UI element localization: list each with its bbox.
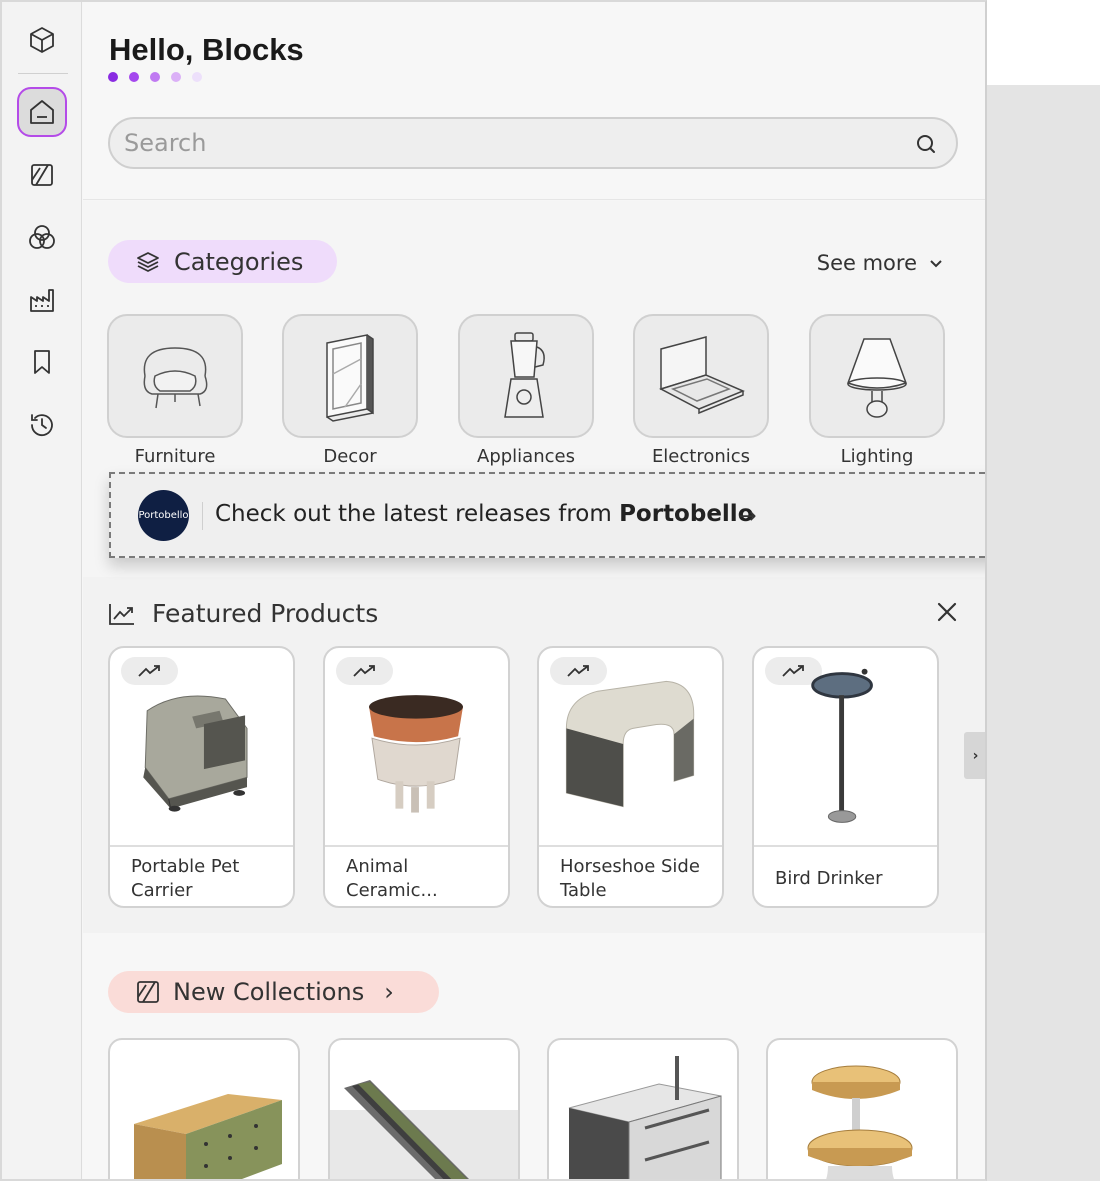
- layers-icon: [137, 251, 159, 272]
- frame-icon: [326, 333, 374, 422]
- promo-text: Check out the latest releases from Porto…: [215, 501, 754, 527]
- collections-icon: [137, 981, 159, 1003]
- main-panel: Hello, Blocks Categories See more: [83, 2, 985, 1179]
- category-label: Furniture: [134, 446, 216, 467]
- progress-dots: [108, 72, 202, 82]
- search-icon[interactable]: [914, 132, 938, 156]
- category-label: Electronics: [651, 446, 751, 467]
- see-more-label: See more: [816, 251, 917, 275]
- dresser-image: [134, 1094, 282, 1179]
- featured-header: Featured Products: [108, 599, 378, 628]
- sidebar-divider: [18, 73, 68, 74]
- armchair-icon: [143, 347, 208, 409]
- laptop-icon: [659, 336, 745, 415]
- product-card[interactable]: Animal Ceramic...: [323, 646, 510, 908]
- new-collections-title: New Collections: [173, 978, 365, 1006]
- featured-title: Featured Products: [152, 599, 379, 628]
- collection-card[interactable]: [766, 1038, 958, 1179]
- collection-card[interactable]: [328, 1038, 520, 1179]
- collection-card[interactable]: [108, 1038, 300, 1179]
- portobello-logo: Portobello: [138, 490, 189, 541]
- carousel-next-button[interactable]: ›: [964, 732, 985, 779]
- materials-icon[interactable]: [17, 212, 67, 262]
- category-lighting[interactable]: Lighting: [809, 314, 945, 467]
- promo-text-prefix: Check out the latest releases from: [215, 501, 612, 527]
- sidebar: [2, 2, 82, 1179]
- display-cabinet-image: [568, 1056, 722, 1179]
- product-card[interactable]: Horseshoe Side Table: [537, 646, 724, 908]
- bookmark-icon[interactable]: [17, 337, 67, 387]
- new-collections-section: New Collections ›: [83, 933, 985, 1179]
- category-thumb: [282, 314, 418, 438]
- promo-banner[interactable]: Portobello Check out the latest releases…: [109, 472, 985, 558]
- bird-drinker-image: [811, 668, 873, 823]
- categories-title: Categories: [174, 247, 304, 276]
- cube-logo-icon[interactable]: [17, 15, 67, 65]
- progress-dot: [108, 72, 118, 82]
- blender-icon: [504, 331, 545, 418]
- progress-dot: [171, 72, 181, 82]
- page-title: Hello, Blocks: [109, 32, 304, 67]
- categories-header: Categories: [108, 240, 337, 283]
- product-name: Bird Drinker: [775, 868, 883, 889]
- promo-brand-name: Portobello: [619, 501, 754, 527]
- product-footer: Bird Drinker: [754, 845, 937, 906]
- category-thumb: [107, 314, 243, 438]
- progress-dot: [150, 72, 160, 82]
- search-bar[interactable]: [108, 117, 958, 169]
- see-more-button[interactable]: See more: [817, 251, 943, 275]
- trending-chart-icon: [109, 603, 134, 625]
- category-thumb: [458, 314, 594, 438]
- featured-products-section: Featured Products Portable Pet Carrier A…: [83, 577, 985, 933]
- escalator-image: [330, 1080, 518, 1179]
- header: Hello, Blocks: [83, 2, 985, 200]
- horseshoe-table-image: [565, 680, 695, 808]
- arrow-right-icon: →: [738, 504, 757, 529]
- collection-card[interactable]: [547, 1038, 739, 1179]
- side-tables-image: [807, 1065, 913, 1179]
- pet-carrier-image: [143, 695, 248, 812]
- category-electronics[interactable]: Electronics: [633, 314, 769, 467]
- category-label: Lighting: [840, 446, 914, 467]
- app-window: Hello, Blocks Categories See more: [0, 0, 987, 1181]
- close-icon[interactable]: [935, 600, 959, 624]
- product-footer: Portable Pet Carrier: [110, 845, 293, 906]
- product-card[interactable]: Bird Drinker: [752, 646, 939, 908]
- product-card[interactable]: Portable Pet Carrier: [108, 646, 295, 908]
- background-panel: [987, 85, 1100, 1181]
- product-name: Animal Ceramic...: [346, 856, 438, 901]
- chevron-down-icon: [930, 260, 942, 268]
- product-name: Horseshoe Side Table: [560, 856, 700, 901]
- product-footer: Animal Ceramic...: [325, 845, 508, 906]
- product-footer: Horseshoe Side Table: [539, 845, 722, 906]
- history-icon[interactable]: [17, 400, 67, 450]
- category-label: Appliances: [477, 446, 575, 467]
- product-name: Portable Pet Carrier: [131, 856, 240, 901]
- home-icon[interactable]: [17, 87, 67, 137]
- promo-divider: [202, 502, 203, 530]
- progress-dot: [192, 72, 202, 82]
- new-collections-header[interactable]: New Collections ›: [108, 971, 439, 1013]
- category-appliances[interactable]: Appliances: [458, 314, 594, 467]
- search-input[interactable]: [124, 125, 904, 161]
- collections-icon[interactable]: [17, 150, 67, 200]
- lamp-icon: [847, 338, 907, 418]
- category-thumb: [633, 314, 769, 438]
- category-decor[interactable]: Decor: [282, 314, 418, 467]
- category-thumb: [809, 314, 945, 438]
- manufacturers-icon[interactable]: [17, 275, 67, 325]
- progress-dot: [129, 72, 139, 82]
- animal-ceramic-image: [369, 695, 463, 813]
- category-label: Decor: [323, 446, 377, 467]
- chevron-right-icon: ›: [384, 978, 394, 1006]
- category-furniture[interactable]: Furniture: [107, 314, 243, 467]
